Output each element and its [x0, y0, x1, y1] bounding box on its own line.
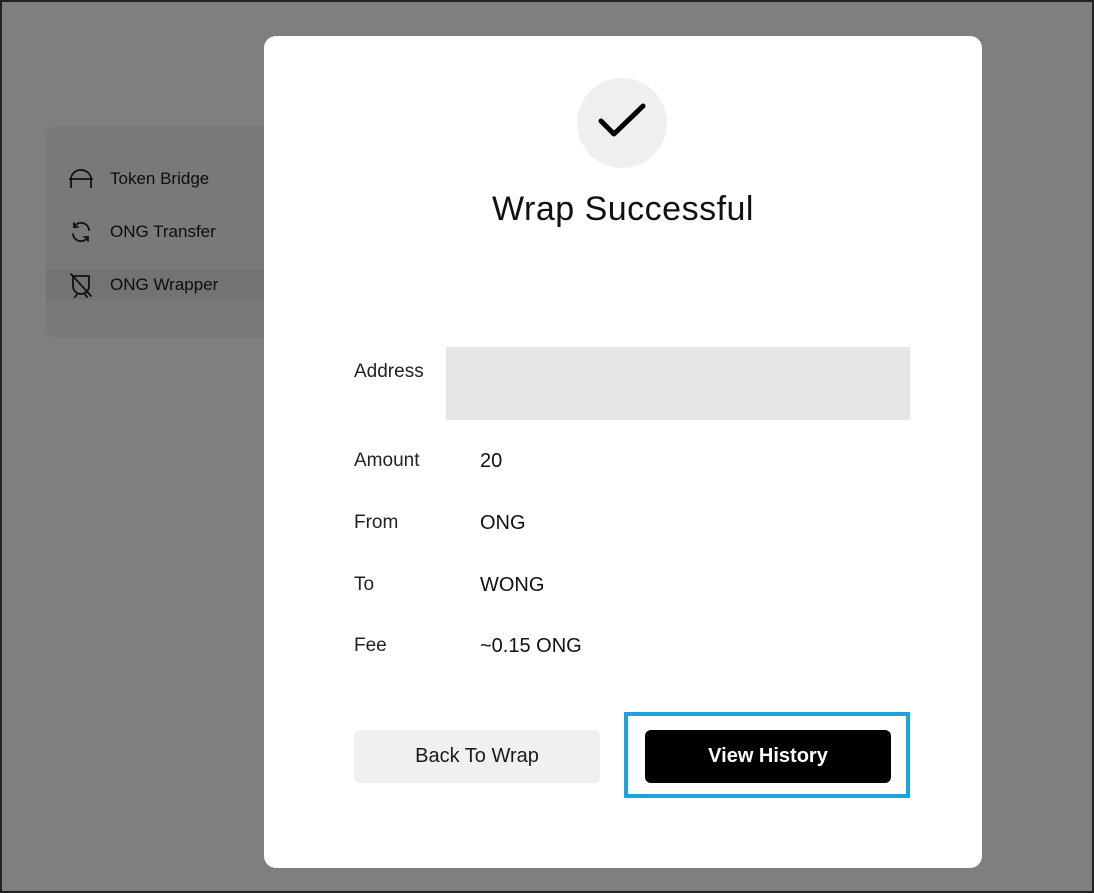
app-window: Token Bridge ONG Transfer	[0, 0, 1094, 893]
status-badge	[577, 78, 667, 168]
dialog-title: Wrap Successful	[492, 190, 754, 228]
check-icon	[597, 101, 647, 146]
back-to-wrap-button[interactable]: Back To Wrap	[354, 730, 600, 783]
success-dialog: Wrap Successful Address Amount 20 From O…	[264, 36, 982, 868]
amount-value: 20	[480, 450, 503, 472]
to-label: To	[354, 574, 375, 595]
from-label: From	[354, 512, 399, 533]
amount-label: Amount	[354, 450, 420, 471]
fee-value: ~0.15 ONG	[480, 635, 582, 657]
fee-label: Fee	[354, 635, 387, 656]
address-label: Address	[354, 361, 424, 382]
from-value: ONG	[480, 512, 526, 534]
to-value: WONG	[480, 574, 545, 596]
address-value	[446, 347, 910, 420]
view-history-button[interactable]: View History	[645, 730, 891, 783]
